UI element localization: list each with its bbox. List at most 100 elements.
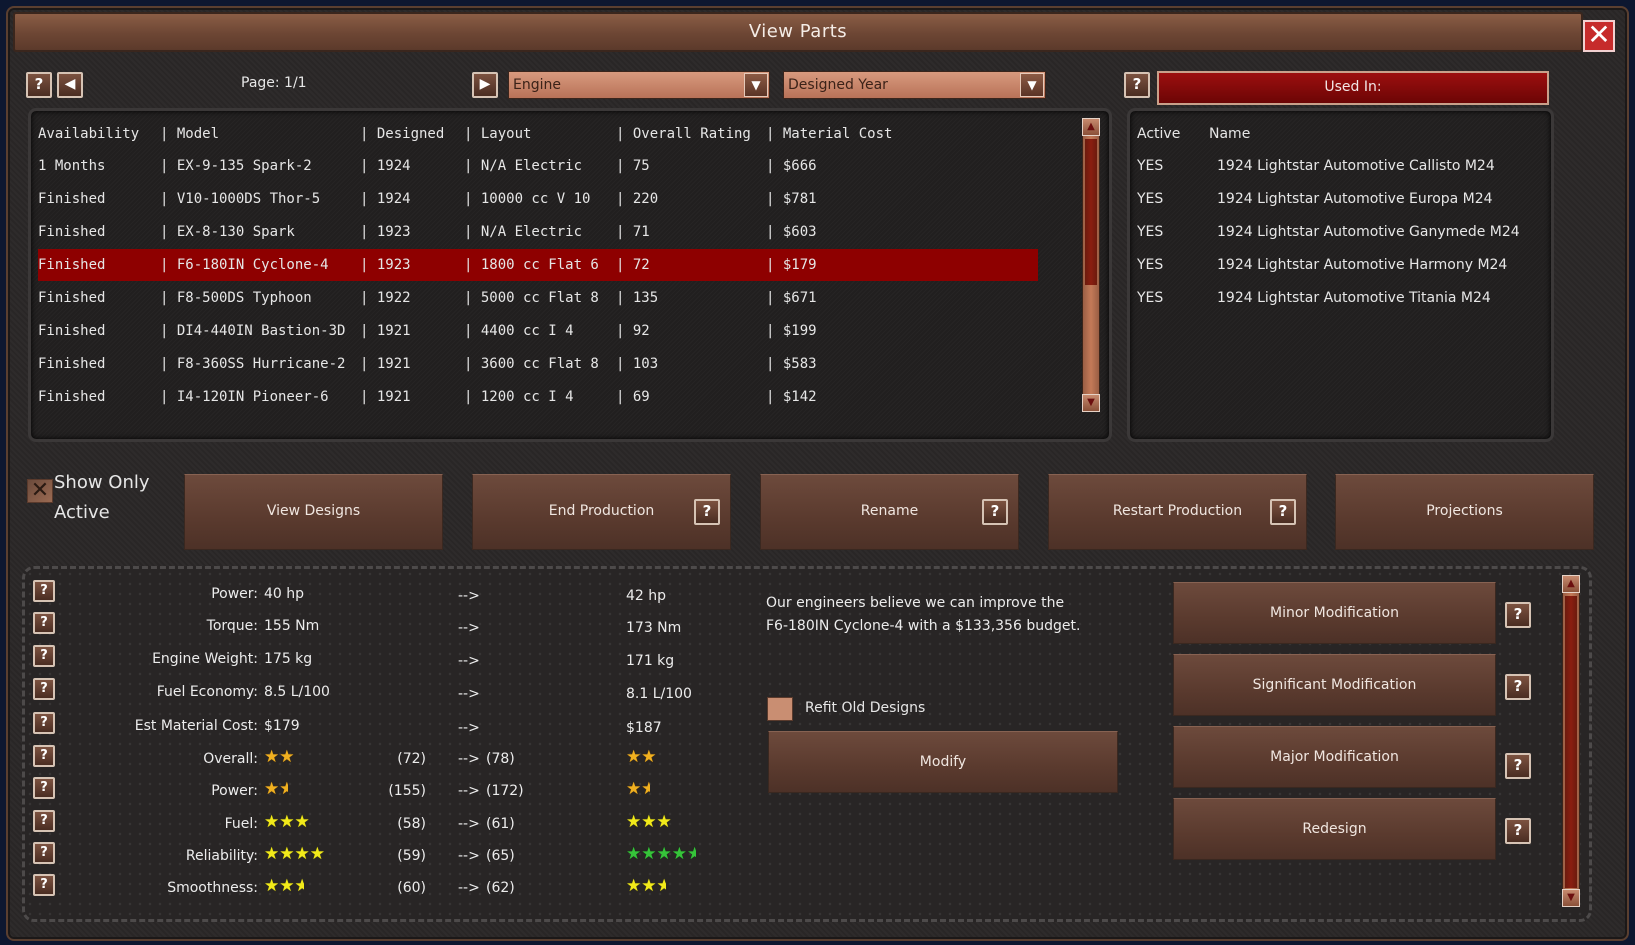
help-icon[interactable]: ? — [26, 72, 52, 98]
help-icon[interactable]: ? — [1505, 602, 1531, 628]
significant-modification-label: Significant Modification — [1252, 677, 1417, 693]
star-rating-icon: ★★★ — [626, 812, 672, 832]
table-row[interactable]: Finished | DI4-440IN Bastion-3D | 1921 | 44… — [38, 315, 1038, 347]
help-icon[interactable]: ? — [33, 580, 55, 602]
arrow-text: --> — [458, 751, 480, 767]
table-row[interactable]: Finished | EX-8-130 Spark | 1923 | N/A Elec… — [38, 216, 1038, 248]
help-icon[interactable]: ? — [33, 678, 55, 700]
used-in-vehicle-name[interactable]: 1924 Lightstar Automotive Callisto M24 — [1217, 158, 1495, 174]
significant-modification-button[interactable]: Significant Modification — [1173, 654, 1496, 716]
star-icon: ★ — [656, 812, 672, 832]
help-icon[interactable]: ? — [33, 645, 55, 667]
chevron-down-icon[interactable]: ▼ — [1020, 73, 1044, 97]
arrow-text: --> — [458, 686, 480, 702]
column-header[interactable]: | Model — [160, 118, 219, 150]
help-icon[interactable]: ? — [1270, 499, 1296, 525]
refit-old-designs-checkbox[interactable] — [767, 697, 793, 721]
stat-new-value: 8.1 L/100 — [626, 686, 692, 702]
table-cell: | EX-8-130 Spark — [160, 224, 295, 240]
stat-row: ? Est Material Cost: $179 --> $187 — [0, 712, 720, 744]
part-type-dropdown[interactable]: Engine ▼ — [508, 71, 770, 99]
scroll-down-icon[interactable]: ▼ — [1562, 889, 1580, 907]
modification-scrollbar[interactable] — [1562, 575, 1580, 907]
rating-new-stars: ★★ — [626, 779, 650, 799]
prev-page-button[interactable]: ◀ — [57, 72, 83, 98]
column-header[interactable]: | Layout — [464, 118, 531, 150]
scroll-down-icon[interactable]: ▼ — [1082, 394, 1100, 412]
minor-modification-button[interactable]: Minor Modification — [1173, 582, 1496, 644]
used-in-col-active: Active — [1137, 126, 1181, 142]
redesign-button[interactable]: Redesign — [1173, 798, 1496, 860]
next-page-button[interactable]: ▶ — [472, 72, 498, 98]
show-only-active-checkbox[interactable]: ✕ — [27, 479, 53, 503]
parts-table-header: Availability | Model | Designed | Layout | O… — [38, 118, 1038, 150]
column-header[interactable]: Availability — [38, 118, 139, 150]
projections-button[interactable]: Projections — [1335, 474, 1594, 550]
help-icon[interactable]: ? — [33, 712, 55, 734]
star-icon: ★ — [626, 876, 642, 896]
stat-label: Est Material Cost: — [134, 718, 258, 734]
table-cell: 1 Months — [38, 158, 106, 174]
chevron-down-icon[interactable]: ▼ — [744, 73, 768, 97]
column-header[interactable]: | Overall Rating — [616, 118, 751, 150]
modify-button[interactable]: Modify — [768, 731, 1118, 793]
rename-button[interactable]: Rename ? — [760, 474, 1019, 550]
table-row[interactable]: 1 Months | EX-9-135 Spark-2 | 1924 | N/A El… — [38, 150, 1038, 182]
help-icon[interactable]: ? — [1505, 818, 1531, 844]
column-header[interactable]: | Designed — [360, 118, 444, 150]
star-icon: ★ — [671, 844, 687, 864]
stat-new-value: 173 Nm — [626, 620, 682, 636]
scroll-up-icon[interactable]: ▲ — [1562, 575, 1580, 593]
help-icon[interactable]: ? — [33, 810, 55, 832]
major-modification-button[interactable]: Major Modification — [1173, 726, 1496, 788]
star-rating-icon: ★★★ — [626, 876, 666, 896]
table-row[interactable]: Finished | V10-1000DS Thor-5 | 1924 | 10000… — [38, 183, 1038, 215]
help-icon[interactable]: ? — [1124, 72, 1150, 98]
view-designs-label: View Designs — [266, 503, 361, 519]
arrow-text: --> — [458, 848, 480, 864]
restart-production-button[interactable]: Restart Production ? — [1048, 474, 1307, 550]
table-cell: | 92 — [616, 323, 650, 339]
help-icon[interactable]: ? — [33, 777, 55, 799]
stat-row: ? Fuel Economy: 8.5 L/100 --> 8.1 L/100 — [0, 678, 720, 710]
table-cell: | 1924 — [360, 191, 411, 207]
table-row[interactable]: Finished | F8-360SS Hurricane-2 | 1921 | 36… — [38, 348, 1038, 380]
star-icon: ★ — [279, 747, 295, 767]
scroll-up-icon[interactable]: ▲ — [1082, 118, 1100, 136]
table-row[interactable]: Finished | F8-500DS Typhoon | 1922 | 5000 c… — [38, 282, 1038, 314]
help-icon[interactable]: ? — [1505, 674, 1531, 700]
help-icon[interactable]: ? — [982, 499, 1008, 525]
used-in-vehicle-name[interactable]: 1924 Lightstar Automotive Europa M24 — [1217, 191, 1493, 207]
stat-label: Engine Weight: — [152, 651, 258, 667]
stat-current-value: 155 Nm — [264, 618, 320, 634]
used-in-vehicle-name[interactable]: 1924 Lightstar Automotive Ganymede M24 — [1217, 224, 1520, 240]
parts-scrollbar[interactable] — [1082, 118, 1100, 412]
rating-row: ? Fuel: ★★★ (58) --> (61) ★★★ — [0, 810, 720, 842]
end-production-button[interactable]: End Production ? — [472, 474, 731, 550]
rating-label: Reliability: — [185, 848, 258, 864]
table-cell: | 10000 cc V 10 — [464, 191, 591, 207]
star-icon: ★ — [264, 876, 280, 896]
table-row[interactable]: Finished | F6-180IN Cyclone-4 | 1923 | 1800… — [38, 249, 1038, 281]
table-cell: Finished — [38, 191, 106, 207]
close-icon[interactable]: ✕ — [1583, 20, 1615, 52]
help-icon[interactable]: ? — [33, 745, 55, 767]
help-icon[interactable]: ? — [33, 874, 55, 896]
used-in-vehicle-name[interactable]: 1924 Lightstar Automotive Harmony M24 — [1217, 257, 1507, 273]
improvement-message: Our engineers believe we can improve the… — [766, 592, 1080, 638]
help-icon[interactable]: ? — [33, 612, 55, 634]
scroll-thumb[interactable] — [1565, 596, 1577, 888]
table-row[interactable]: Finished | I4-120IN Pioneer-6 | 1921 | 1200… — [38, 381, 1038, 413]
column-header[interactable]: | Material Cost — [766, 118, 892, 150]
half-star-icon: ★ — [656, 876, 666, 896]
help-icon[interactable]: ? — [1505, 753, 1531, 779]
help-icon[interactable]: ? — [33, 842, 55, 864]
stat-current-value: 175 kg — [264, 651, 313, 667]
table-cell: Finished — [38, 257, 106, 273]
used-in-vehicle-name[interactable]: 1924 Lightstar Automotive Titania M24 — [1217, 290, 1491, 306]
view-designs-button[interactable]: View Designs — [184, 474, 443, 550]
stat-label: Fuel Economy: — [156, 684, 258, 700]
help-icon[interactable]: ? — [694, 499, 720, 525]
sort-dropdown[interactable]: Designed Year ▼ — [783, 71, 1046, 99]
scroll-thumb[interactable] — [1085, 139, 1097, 285]
